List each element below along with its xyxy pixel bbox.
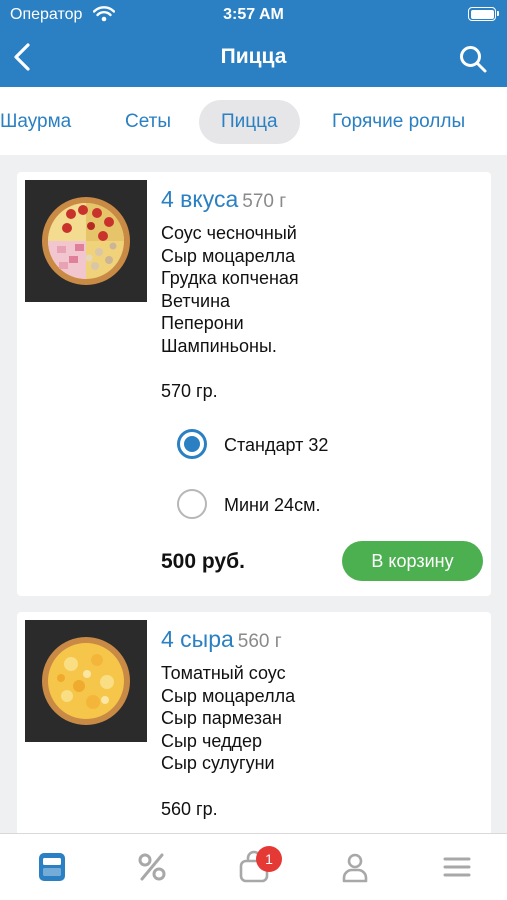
product-name[interactable]: 4 вкуса 570 г bbox=[161, 186, 286, 213]
cart-badge: 1 bbox=[256, 846, 282, 872]
search-icon[interactable] bbox=[458, 44, 488, 74]
ingredient: Сыр чеддер bbox=[161, 730, 262, 751]
profile-icon[interactable] bbox=[338, 850, 372, 884]
size-radio-mini[interactable] bbox=[177, 489, 207, 519]
ingredient: Сыр моцарелла bbox=[161, 245, 296, 266]
ingredient: Ветчина bbox=[161, 290, 231, 311]
weight-note: 560 гр. bbox=[161, 799, 218, 819]
pizza-image bbox=[25, 620, 147, 742]
ingredient: Томатный соус bbox=[161, 663, 286, 683]
ingredient: Сыр моцарелла bbox=[161, 685, 296, 706]
product-price: 500 руб. bbox=[161, 550, 245, 573]
product-name[interactable]: 4 сыра 560 г bbox=[161, 626, 282, 653]
page-title: Пицца bbox=[220, 45, 287, 68]
tab-shawarma[interactable]: Шаурма bbox=[0, 100, 71, 144]
category-tabs: Шаурма Сеты Пицца Горячие роллы bbox=[0, 87, 507, 155]
ingredient: Сыр сулугуни bbox=[161, 753, 275, 774]
discount-icon[interactable] bbox=[135, 850, 169, 884]
product-ingredients: Соус чесночный Сыр моцарелла Грудка копч… bbox=[161, 222, 299, 358]
navigation-header: Оператор 3:57 AM Пицца bbox=[0, 0, 507, 87]
tab-pizza[interactable]: Пицца bbox=[199, 100, 300, 144]
bottom-navigation: 1 bbox=[0, 833, 507, 900]
add-to-cart-button[interactable]: В корзину bbox=[342, 541, 483, 581]
hamburger-icon[interactable] bbox=[440, 850, 474, 884]
product-weight: 570 г bbox=[242, 191, 287, 212]
size-label-mini[interactable]: Мини 24см. bbox=[224, 495, 320, 516]
ingredient: Грудка копченая bbox=[161, 268, 299, 289]
tab-sets[interactable]: Сеты bbox=[125, 100, 171, 144]
weight-note: 570 гр. bbox=[161, 381, 218, 401]
product-title[interactable]: 4 вкуса bbox=[161, 186, 238, 212]
ingredient: Соус чесночный bbox=[161, 223, 297, 243]
product-title[interactable]: 4 сыра bbox=[161, 626, 234, 652]
ingredient: Сыр пармезан bbox=[161, 708, 282, 729]
status-time: 3:57 AM bbox=[223, 6, 284, 23]
pizza-image bbox=[25, 180, 147, 302]
ingredient: Пеперони bbox=[161, 313, 244, 334]
menu-icon[interactable] bbox=[35, 850, 69, 884]
size-radio-standard[interactable] bbox=[177, 429, 207, 459]
product-ingredients: Томатный соус Сыр моцарелла Сыр пармезан… bbox=[161, 662, 295, 775]
product-weight: 560 г bbox=[237, 631, 282, 652]
product-card: 4 вкуса 570 г Соус чесночный Сыр моцарелл… bbox=[17, 172, 491, 596]
battery-icon bbox=[468, 7, 499, 21]
status-bar: Оператор 3:57 AM bbox=[0, 0, 507, 30]
tab-hot-rolls[interactable]: Горячие роллы bbox=[332, 100, 465, 144]
product-card: 4 сыра 560 г Томатный соус Сыр моцарелла … bbox=[17, 612, 491, 852]
ingredient: Шампиньоны. bbox=[161, 335, 277, 356]
size-label-standard[interactable]: Стандарт 32 bbox=[224, 435, 328, 456]
